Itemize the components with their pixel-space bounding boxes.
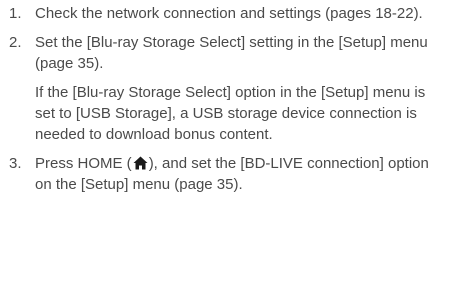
step-2: 2. Set the [Blu-ray Storage Select] sett… <box>8 32 441 145</box>
manual-page: 1. Check the network connection and sett… <box>0 0 449 303</box>
instruction-steps: 1. Check the network connection and sett… <box>8 3 441 195</box>
step-note: If the [Blu-ray Storage Select] option i… <box>35 84 426 143</box>
home-icon <box>133 156 148 170</box>
step-1: 1. Check the network connection and sett… <box>8 3 441 24</box>
step-number: 3. <box>9 155 22 172</box>
step-text-before-icon: Press HOME ( <box>35 155 132 172</box>
step-number: 1. <box>9 5 22 22</box>
step-number: 2. <box>9 34 22 51</box>
step-text: Set the [Blu-ray Storage Select] setting… <box>35 34 428 72</box>
step-text: Press HOME (), and set the [BD-LIVE conn… <box>35 153 441 195</box>
step-3: 3. Press HOME (), and set the [BD-LIVE c… <box>8 153 441 195</box>
step-text: Check the network connection and setting… <box>35 5 423 22</box>
